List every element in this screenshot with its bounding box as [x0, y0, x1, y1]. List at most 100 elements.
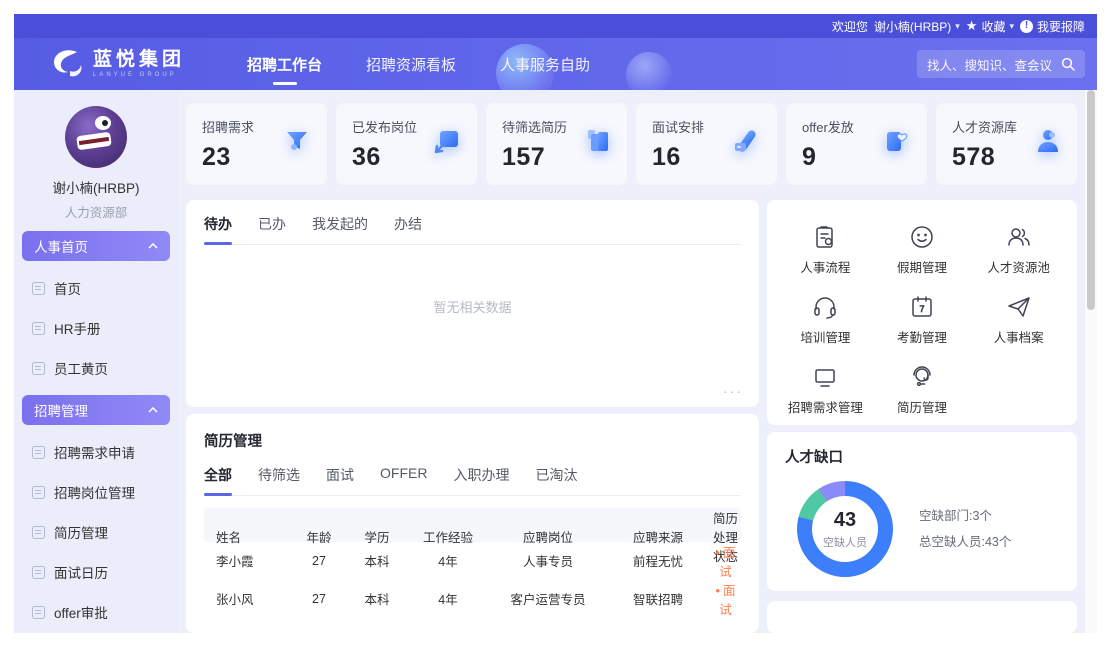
cell-source: 前程无忧 [606, 551, 710, 570]
status-badge: 面试 [710, 542, 741, 580]
sidebar: 谢小楠(HRBP) 人力资源部 人事首页 首页 HR手册 员工黄页 招聘管理 招… [14, 90, 178, 633]
col-education: 学历 [348, 527, 406, 546]
quick-links-card: 人事流程 假期管理 人才资源池 培训管理 [767, 200, 1077, 425]
scrollbar-track[interactable] [1085, 90, 1097, 633]
sidebar-item-talent-pool[interactable]: 人才简历池 [20, 632, 172, 633]
quicklink-resume-management[interactable]: 简历管理 [874, 364, 971, 430]
resume-management-card: 简历管理 全部 待筛选 面试 OFFER 入职办理 已淘汰 姓名 [186, 414, 759, 633]
sidebar-item-label: HR手册 [54, 318, 101, 338]
cell-position: 人事专员 [490, 551, 606, 570]
avatar-mouth [76, 132, 112, 151]
brand-logo[interactable]: 蓝悦集团 LANYUE GROUP [14, 49, 185, 79]
col-name: 姓名 [204, 527, 290, 546]
cell-source: 智联招聘 [606, 589, 710, 608]
documents-icon [581, 125, 613, 157]
sidebar-item-resume-management[interactable]: 简历管理 [20, 512, 172, 552]
table-row[interactable]: 张小风 27 本科 4年 客户运营专员 智联招聘 面试 [204, 580, 741, 618]
schedule-flag-icon [731, 125, 763, 157]
quicklink-label: 培训管理 [800, 327, 850, 346]
donut-center-label: 空缺人员 [823, 534, 867, 550]
avatar[interactable] [65, 106, 127, 168]
todo-card: 待办 已办 我发起的 办结 暂无相关数据 ··· [186, 200, 759, 407]
quicklink-attendance[interactable]: 7 考勤管理 [874, 294, 971, 360]
stat-value: 36 [352, 143, 417, 172]
home-doc-icon [32, 282, 45, 295]
col-experience: 工作经验 [406, 527, 490, 546]
stat-card-recruit-demand[interactable]: 招聘需求23 [186, 103, 327, 185]
todo-tab-initiated[interactable]: 我发起的 [312, 214, 368, 244]
stat-card-offers-sent[interactable]: offer发放9 [786, 103, 927, 185]
chevron-down-icon: ▾ [1009, 21, 1014, 32]
card-heart-icon [881, 125, 913, 157]
next-card-partial [767, 601, 1077, 633]
stat-card-talent-repository[interactable]: 人才资源库 578 [936, 103, 1077, 185]
cell-experience: 4年 [406, 589, 490, 608]
todo-tab-done[interactable]: 已办 [258, 214, 286, 244]
todo-tab-closed[interactable]: 办结 [394, 214, 422, 244]
resume-tab-to-screen[interactable]: 待筛选 [258, 465, 300, 495]
stat-card-interview-schedule[interactable]: 面试安排16 [636, 103, 777, 185]
sidebar-item-job-management[interactable]: 招聘岗位管理 [20, 472, 172, 512]
sidebar-item-offer-approval[interactable]: offer审批 [20, 592, 172, 632]
scrollbar-thumb[interactable] [1087, 90, 1095, 310]
table-header-row: 姓名 年龄 学历 工作经验 应聘岗位 应聘来源 简历处理状态 [204, 508, 741, 542]
quicklink-label: 人事档案 [994, 327, 1044, 346]
sidebar-item-label: 员工黄页 [54, 358, 108, 378]
user-menu[interactable]: 谢小楠(HRBP) ▾ [874, 18, 960, 35]
stat-label: offer发放 [802, 117, 854, 136]
gap-departments-line: 空缺部门:3个 [919, 503, 1011, 529]
quicklink-hr-archives[interactable]: 人事档案 [970, 294, 1067, 360]
main-content: 招聘需求23 已发布岗位36 待筛选简历157 面试安排16 offer发放9 [178, 90, 1097, 633]
table-row[interactable]: 李小霞 27 本科 4年 人事专员 前程无忧 面试 [204, 542, 741, 580]
sidebar-item-interview-calendar[interactable]: 面试日历 [20, 552, 172, 592]
empty-state-text: 暂无相关数据 [204, 297, 741, 316]
sidebar-group-recruit[interactable]: 招聘管理 [22, 395, 170, 425]
resume-tab-offer[interactable]: OFFER [380, 465, 427, 495]
col-source: 应聘来源 [606, 527, 710, 546]
stat-label: 待筛选简历 [502, 117, 567, 136]
quicklink-leave-management[interactable]: 假期管理 [874, 224, 971, 290]
quicklink-talent-pool[interactable]: 人才资源池 [970, 224, 1067, 290]
person-badge-icon [1031, 125, 1063, 157]
brand-subtitle: LANYUE GROUP [93, 72, 185, 78]
nav-tab-recruit-dashboard[interactable]: 招聘资源看板 [366, 48, 456, 81]
more-ellipsis-button[interactable]: ··· [723, 383, 743, 399]
top-utility-bar: 欢迎您 谢小楠(HRBP) ▾ ★ 收藏 ▾ ! 我要报障 [14, 14, 1097, 38]
quicklink-recruit-demand[interactable]: 招聘需求管理 [777, 364, 874, 430]
sidebar-group-hr-home[interactable]: 人事首页 [22, 231, 170, 261]
sidebar-item-label: 招聘岗位管理 [54, 482, 135, 502]
calendar-7-icon: 7 [909, 294, 935, 320]
quicklink-hr-flow[interactable]: 人事流程 [777, 224, 874, 290]
resume-tab-interview[interactable]: 面试 [326, 465, 354, 495]
stats-row: 招聘需求23 已发布岗位36 待筛选简历157 面试安排16 offer发放9 [186, 103, 1077, 185]
resume-tab-rejected[interactable]: 已淘汰 [535, 465, 577, 495]
briefcase-arrow-icon [431, 125, 463, 157]
resume-tab-onboarding[interactable]: 入职办理 [453, 465, 509, 495]
quicklink-training[interactable]: 培训管理 [777, 294, 874, 360]
sidebar-item-recruit-request[interactable]: 招聘需求申请 [20, 432, 172, 472]
todo-tab-pending[interactable]: 待办 [204, 214, 232, 244]
yellow-pages-icon [32, 362, 45, 375]
nav-tab-recruit-workbench[interactable]: 招聘工作台 [247, 48, 322, 81]
quicklink-label: 假期管理 [897, 257, 947, 276]
welcome-prefix: 欢迎您 [832, 18, 868, 35]
stat-card-resumes-to-screen[interactable]: 待筛选简历157 [486, 103, 627, 185]
sidebar-item-home[interactable]: 首页 [20, 268, 172, 308]
status-badge: 面试 [710, 580, 741, 618]
sidebar-item-hr-handbook[interactable]: HR手册 [20, 308, 172, 348]
sidebar-item-label: 首页 [54, 278, 81, 298]
quicklink-label: 考勤管理 [897, 327, 947, 346]
report-issue-button[interactable]: ! 我要报障 [1020, 18, 1085, 35]
search-placeholder: 找人、搜知识、查会议 [927, 55, 1052, 74]
star-icon: ★ [966, 18, 978, 34]
stat-card-published-jobs[interactable]: 已发布岗位36 [336, 103, 477, 185]
stat-label: 人才资源库 [952, 117, 1017, 136]
global-search-input[interactable]: 找人、搜知识、查会议 [917, 50, 1085, 78]
quicklink-label: 人事流程 [800, 257, 850, 276]
stat-value: 578 [952, 143, 1017, 172]
sidebar-item-employee-directory[interactable]: 员工黄页 [20, 348, 172, 388]
sidebar-item-label: offer审批 [54, 602, 108, 622]
nav-tab-hr-selfservice[interactable]: 人事服务自助 [500, 48, 590, 81]
favorites-menu[interactable]: ★ 收藏 ▾ [966, 18, 1014, 35]
resume-tab-all[interactable]: 全部 [204, 465, 232, 495]
